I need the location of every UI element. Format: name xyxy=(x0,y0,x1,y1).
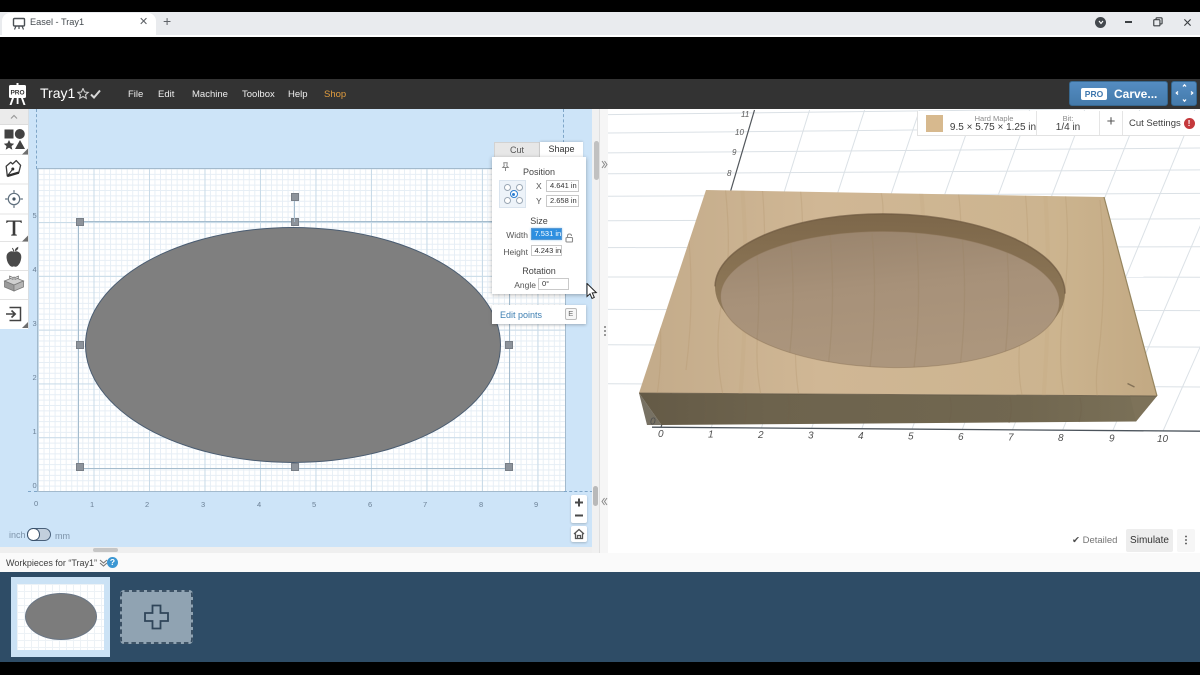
svg-text:6: 6 xyxy=(958,432,964,443)
svg-text:5: 5 xyxy=(908,432,914,443)
svg-text:2: 2 xyxy=(757,430,764,441)
svg-text:1: 1 xyxy=(708,430,714,441)
svg-text:8: 8 xyxy=(727,169,732,178)
svg-text:9: 9 xyxy=(732,148,737,157)
svg-text:0: 0 xyxy=(650,417,656,428)
svg-text:PRO: PRO xyxy=(10,90,24,97)
svg-text:8: 8 xyxy=(1058,433,1064,444)
svg-text:11: 11 xyxy=(741,110,749,119)
svg-text:0: 0 xyxy=(658,429,664,440)
svg-text:9: 9 xyxy=(1109,434,1115,445)
svg-text:7: 7 xyxy=(1008,433,1014,444)
svg-text:10: 10 xyxy=(735,128,744,137)
svg-text:3: 3 xyxy=(808,431,814,442)
svg-text:10: 10 xyxy=(1157,434,1169,445)
svg-text:4: 4 xyxy=(858,431,864,442)
